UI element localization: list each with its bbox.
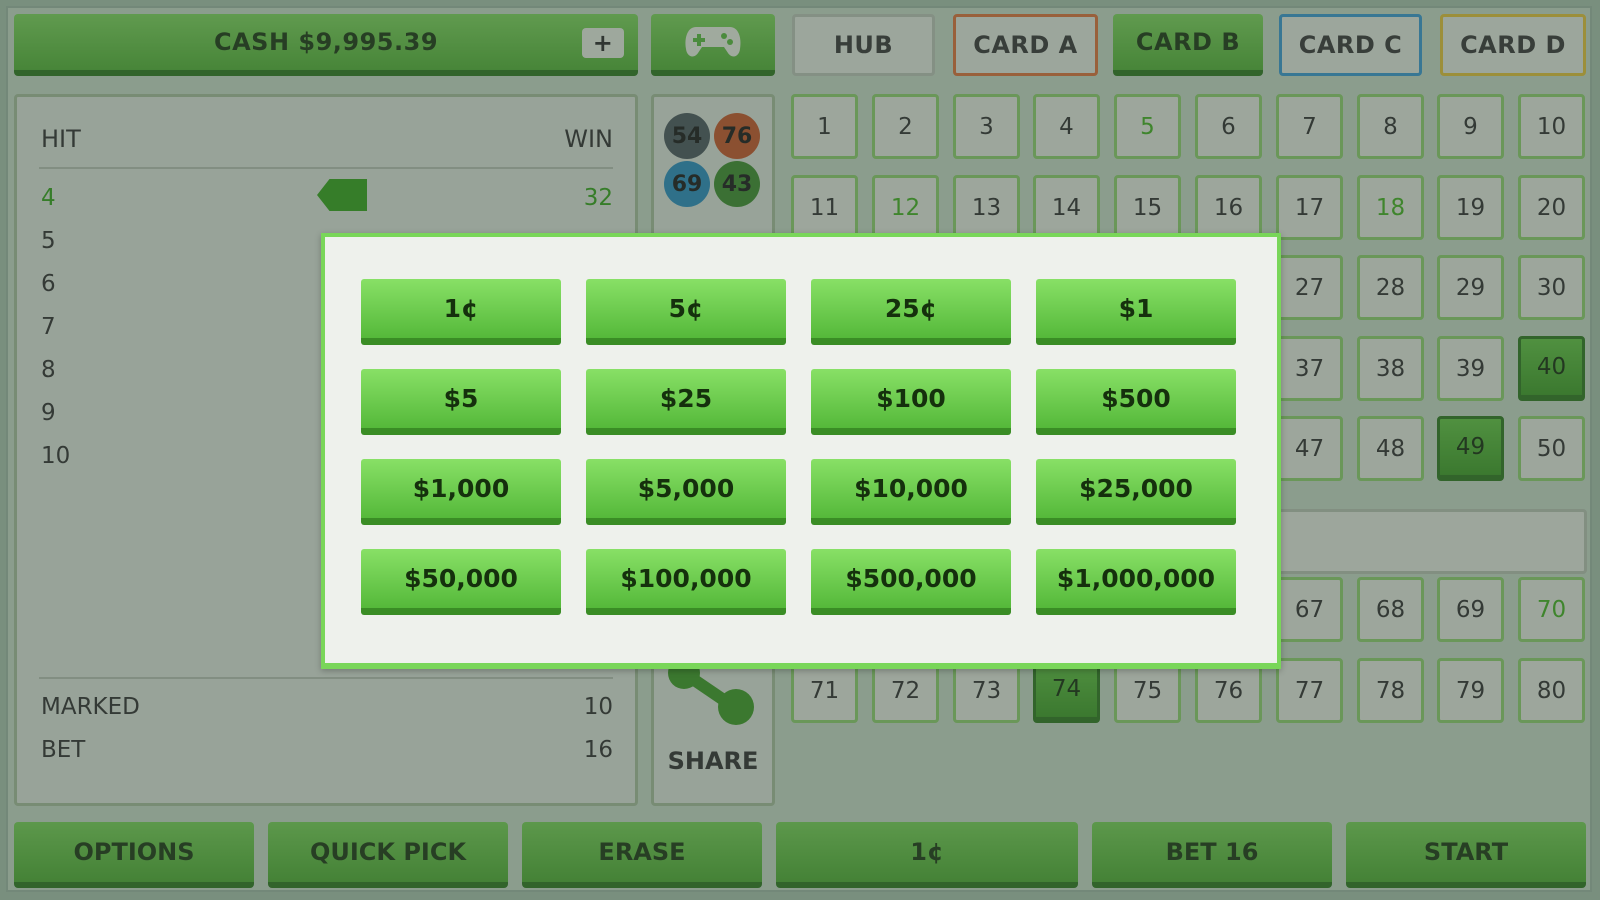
keno-app: CASH $9,995.39 + HUB CARD A CARD B CARD … xyxy=(0,0,1600,900)
denomination-option-button[interactable]: $1,000 xyxy=(361,459,561,525)
denomination-option-button[interactable]: $5 xyxy=(361,369,561,435)
denomination-option-button[interactable]: 1¢ xyxy=(361,279,561,345)
denomination-dialog: 1¢ 5¢ 25¢ $1 $5 $25 $100 $500 $1,000 $5,000 $10,00… xyxy=(321,233,1281,669)
denomination-option-button[interactable]: 25¢ xyxy=(811,279,1011,345)
denomination-option-button[interactable]: $1 xyxy=(1036,279,1236,345)
denomination-option-button[interactable]: $1,000,000 xyxy=(1036,549,1236,615)
denomination-option-button[interactable]: $100 xyxy=(811,369,1011,435)
denomination-option-button[interactable]: $100,000 xyxy=(586,549,786,615)
denomination-option-button[interactable]: $25,000 xyxy=(1036,459,1236,525)
denomination-option-button[interactable]: $500 xyxy=(1036,369,1236,435)
denomination-option-button[interactable]: $5,000 xyxy=(586,459,786,525)
denomination-option-button[interactable]: $50,000 xyxy=(361,549,561,615)
denomination-option-button[interactable]: $25 xyxy=(586,369,786,435)
denomination-option-button[interactable]: $500,000 xyxy=(811,549,1011,615)
denomination-option-button[interactable]: $10,000 xyxy=(811,459,1011,525)
denomination-option-button[interactable]: 5¢ xyxy=(586,279,786,345)
